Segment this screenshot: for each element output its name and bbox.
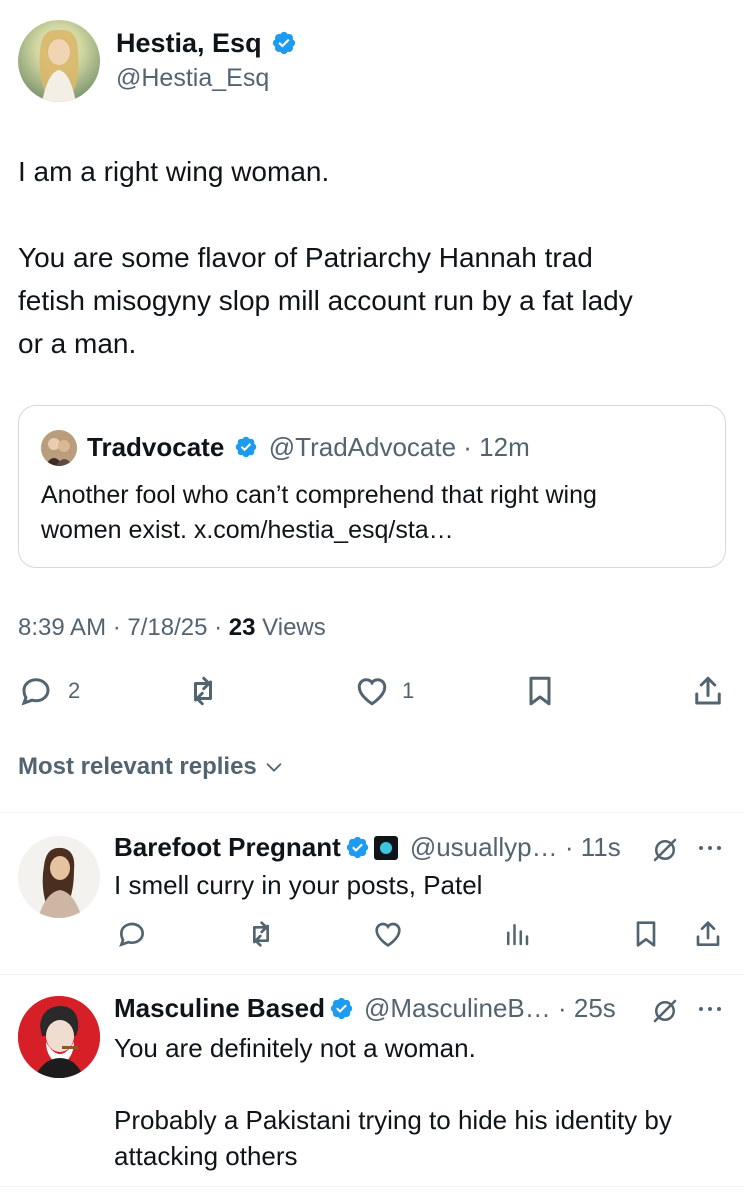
repost-button[interactable] — [184, 673, 222, 709]
reply-count: 2 — [68, 678, 81, 703]
grok-icon — [653, 999, 677, 1023]
separator-dot: · — [106, 614, 128, 641]
more-button[interactable] — [696, 999, 724, 1024]
author-name[interactable]: Hestia, Esq — [116, 28, 297, 59]
post-body-line: fetish misogyny slop mill account run by… — [18, 285, 633, 316]
reply-share-button[interactable] — [692, 918, 724, 950]
reply-header: Masculine Based @MasculineB… · 25s — [114, 993, 616, 1024]
reply-avatar[interactable] — [18, 996, 100, 1078]
grok-button[interactable] — [650, 996, 680, 1031]
chevron-down-icon — [266, 763, 282, 772]
views-count[interactable]: 23 — [229, 614, 256, 641]
separator-dot: · — [557, 832, 581, 862]
divider — [0, 974, 744, 975]
views-label[interactable]: Views — [262, 614, 326, 641]
more-icon — [699, 1007, 721, 1011]
reply-button[interactable]: 2 — [18, 673, 80, 709]
reply-like-button[interactable] — [372, 918, 404, 950]
like-button[interactable]: 1 — [354, 673, 414, 709]
reply-bookmark-button[interactable] — [630, 918, 662, 950]
separator-dot: · — [207, 614, 229, 641]
reply-repost-button[interactable] — [244, 918, 278, 950]
like-icon — [375, 922, 401, 947]
post-meta: 8:39 AM · 7/18/25 · 23 Views — [18, 614, 326, 642]
verified-badge-icon — [346, 836, 368, 859]
affiliate-badge-icon — [373, 835, 398, 860]
like-count: 1 — [402, 678, 415, 703]
reply-author-name[interactable]: Masculine Based — [114, 993, 325, 1024]
reply-time[interactable]: 11s — [581, 832, 621, 863]
reply-text: I smell curry in your posts, Patel — [114, 870, 483, 900]
more-icon — [699, 846, 721, 850]
quoted-text-line: women exist. x.com/hestia_esq/sta… — [41, 516, 454, 544]
quoted-author-name[interactable]: Tradvocate — [87, 432, 224, 462]
retweet-icon — [253, 921, 269, 947]
retweet-icon — [194, 676, 212, 706]
author-name-text[interactable]: Hestia, Esq — [116, 28, 262, 58]
post-body: I am a right wing woman. You are some fl… — [18, 150, 728, 365]
verified-badge-icon — [330, 997, 353, 1020]
author-handle[interactable]: @Hestia_Esq — [116, 64, 269, 93]
views-icon — [507, 924, 529, 946]
reply-icon — [119, 922, 145, 947]
reply-views-button[interactable] — [502, 918, 532, 950]
grok-icon — [653, 838, 677, 862]
quoted-author-handle[interactable]: @TradAdvocate — [269, 432, 456, 462]
reply-author-name[interactable]: Barefoot Pregnant — [114, 832, 341, 863]
reply-icon — [21, 678, 50, 706]
share-icon — [696, 921, 720, 946]
reply-header: Barefoot Pregnant @usuallyp… · 11s — [114, 832, 621, 863]
quoted-text: Another fool who can’t comprehend that r… — [41, 478, 711, 548]
reply-text-line: attacking others — [114, 1141, 298, 1171]
separator-dot: · — [456, 432, 480, 462]
post-time[interactable]: 8:39 AM — [18, 614, 106, 641]
reply-author-handle[interactable]: @usuallyp… — [410, 832, 558, 863]
reply-text: You are definitely not a woman. Probably… — [114, 1030, 734, 1174]
more-button[interactable] — [696, 838, 724, 863]
share-button[interactable] — [690, 673, 726, 709]
divider — [0, 1186, 744, 1187]
divider — [0, 812, 744, 813]
reply-reply-button[interactable] — [116, 918, 148, 950]
reply-text-line: You are definitely not a woman. — [114, 1033, 476, 1063]
separator-dot: · — [550, 993, 574, 1023]
post-body-line: You are some flavor of Patriarchy Hannah… — [18, 242, 593, 273]
reply-avatar[interactable] — [18, 836, 100, 918]
replies-sort-dropdown[interactable]: Most relevant replies — [18, 753, 285, 781]
post-body-line: or a man. — [18, 328, 137, 359]
post-date[interactable]: 7/18/25 — [127, 614, 207, 641]
quoted-post[interactable]: Tradvocate @TradAdvocate · 12m Another f… — [18, 405, 726, 568]
post-body-line: I am a right wing woman. — [18, 156, 330, 187]
quoted-time[interactable]: 12m — [479, 432, 530, 462]
replies-sort-label: Most relevant replies — [18, 753, 257, 780]
verified-badge-icon — [272, 31, 296, 54]
bookmark-button[interactable] — [522, 673, 558, 709]
share-icon — [695, 676, 721, 705]
quoted-text-line: Another fool who can’t comprehend that r… — [41, 481, 597, 509]
grok-button[interactable] — [650, 835, 680, 870]
quoted-author-avatar[interactable] — [41, 430, 77, 466]
bookmark-icon — [636, 921, 656, 947]
verified-badge-icon — [235, 436, 256, 458]
bookmark-icon — [529, 676, 551, 706]
reply-time[interactable]: 25s — [574, 993, 616, 1024]
author-avatar[interactable] — [18, 20, 100, 102]
reply-author-handle[interactable]: @MasculineB… — [364, 993, 551, 1024]
reply-text-line: Probably a Pakistani trying to hide his … — [114, 1105, 672, 1135]
like-icon — [357, 678, 387, 706]
